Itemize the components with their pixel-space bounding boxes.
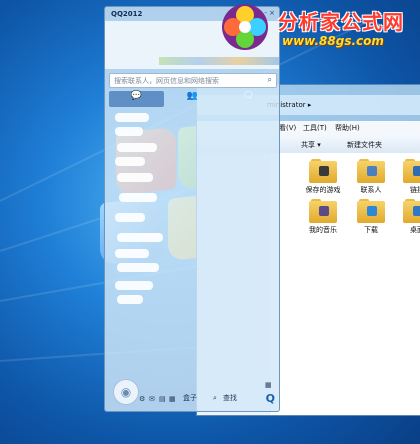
tab-contacts[interactable]: 💬: [109, 91, 164, 107]
list-item[interactable]: [117, 143, 157, 152]
list-item[interactable]: [115, 281, 153, 290]
list-item[interactable]: [117, 295, 143, 304]
search-input[interactable]: 搜索联系人，网页信息和网络搜索 ⌕: [109, 73, 277, 88]
tab-recent[interactable]: 🗨: [221, 91, 276, 107]
search-placeholder: 搜索联系人，网页信息和网络搜索: [114, 77, 219, 85]
folder-item[interactable]: 我的音乐: [301, 199, 345, 235]
menu-help[interactable]: 帮助(H): [335, 123, 360, 133]
qq-title: QQ2012: [111, 10, 143, 18]
folder-icon: [309, 159, 337, 183]
folder-item[interactable]: 下载: [349, 199, 393, 235]
message-manager-icon[interactable]: ✉: [149, 395, 155, 403]
find-label[interactable]: 查找: [223, 393, 237, 403]
file-icon[interactable]: ▤: [159, 395, 166, 403]
watermark-site-name: 分析家公式网: [278, 10, 404, 34]
apps-label[interactable]: 盒子: [183, 393, 197, 403]
grid-icon[interactable]: ▦: [169, 395, 176, 403]
menu-view[interactable]: 看(V): [279, 123, 296, 133]
folder-icon: [309, 199, 337, 223]
tab-groups[interactable]: 👥: [165, 91, 220, 107]
folder-item[interactable]: 桌面: [395, 199, 420, 235]
search-icon[interactable]: ⌕: [268, 75, 272, 85]
list-item[interactable]: [115, 213, 145, 222]
qq-brand-logo: Q: [265, 392, 275, 405]
list-item[interactable]: [117, 233, 163, 242]
flower-logo-icon: [222, 4, 268, 50]
menu-tools[interactable]: 工具(T): [303, 123, 327, 133]
qq-main-panel: QQ2012 - × 搜索联系人，网页信息和网络搜索 ⌕ 💬 👥 🗨 ◉ ⚙ ✉…: [104, 6, 280, 412]
share-button[interactable]: 共享 ▾: [301, 140, 321, 150]
list-item[interactable]: [119, 193, 157, 202]
qq-bottom-bar: ◉ ⚙ ✉ ▤ ▦ 盒子 ⌕ 查找 ▦ Q: [105, 379, 279, 411]
list-item[interactable]: [117, 173, 153, 182]
list-item[interactable]: [115, 127, 143, 136]
find-icon[interactable]: ⌕: [213, 394, 217, 403]
list-item[interactable]: [115, 113, 149, 122]
qq-penguin-icon[interactable]: ◉: [113, 379, 139, 405]
list-item[interactable]: [117, 263, 159, 272]
folder-icon: [403, 159, 420, 183]
new-folder-button[interactable]: 新建文件夹: [347, 140, 382, 150]
qq-tabs: 💬 👥 🗨: [109, 91, 275, 107]
list-item[interactable]: [115, 157, 145, 166]
settings-icon[interactable]: ⚙: [139, 395, 145, 403]
folder-item[interactable]: 联系人: [349, 159, 393, 195]
folder-icon: [357, 199, 385, 223]
watermark-url: www.88gs.com: [282, 34, 384, 48]
app-box-icon[interactable]: ▦: [265, 381, 272, 389]
file-view: 保存的游戏 联系人 链接 我的音乐 下载 桌面: [271, 153, 420, 415]
watermark-logo: 分析家公式网 www.88gs.com: [214, 0, 420, 54]
app-icon-strip[interactable]: [159, 57, 279, 65]
folder-item[interactable]: 链接: [395, 159, 420, 195]
folder-item[interactable]: 保存的游戏: [301, 159, 345, 195]
folder-icon: [357, 159, 385, 183]
folder-icon: [403, 199, 420, 223]
list-item[interactable]: [115, 249, 149, 258]
